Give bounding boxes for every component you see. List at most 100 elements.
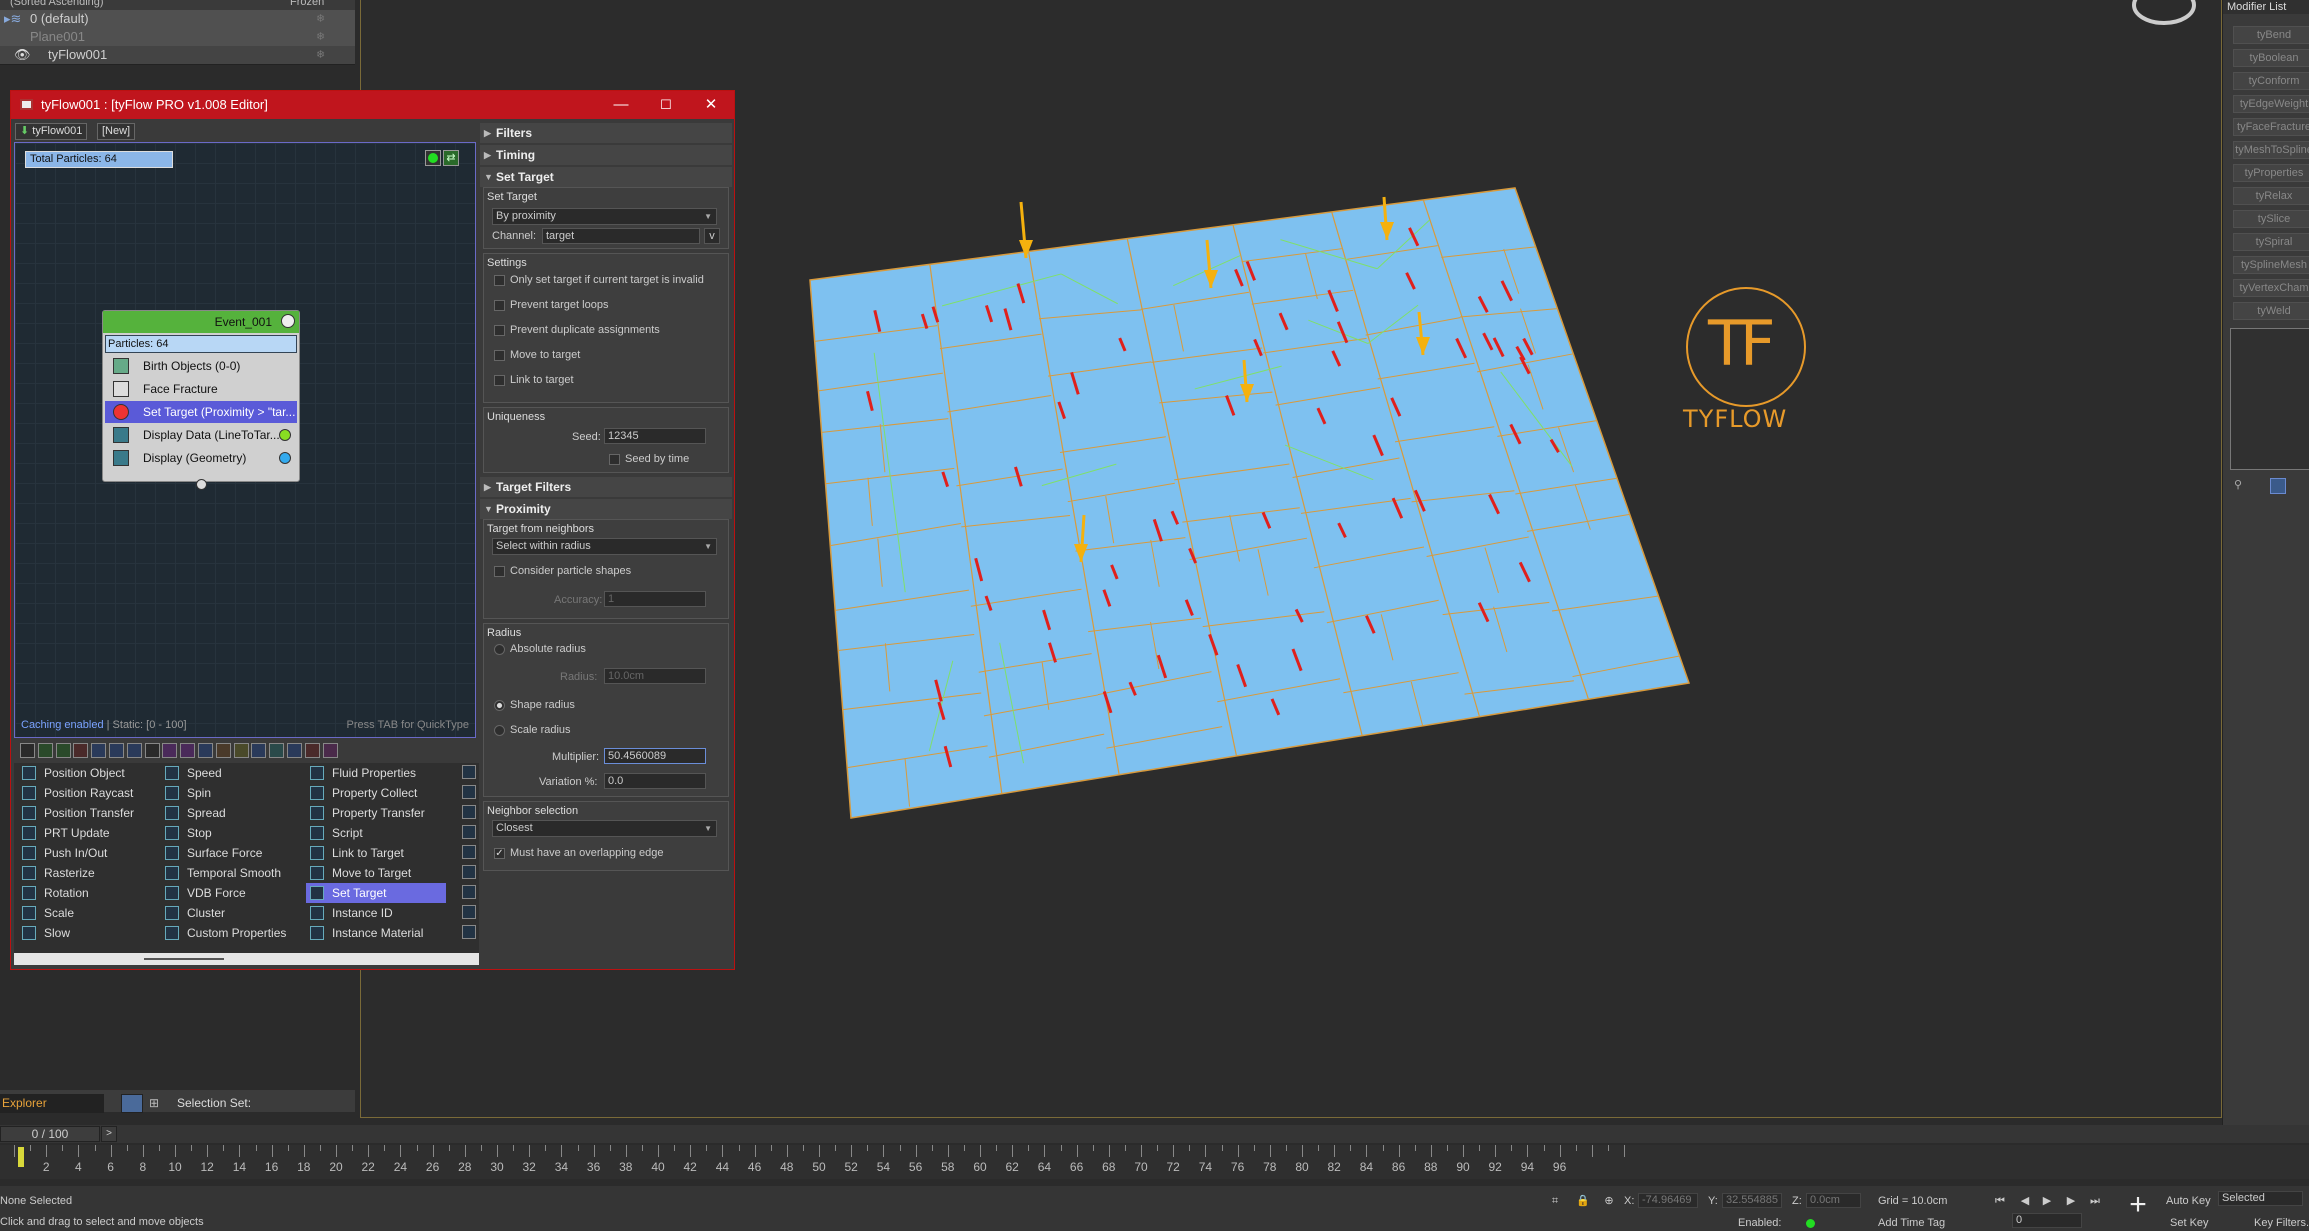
operator-icon[interactable] bbox=[462, 805, 476, 819]
category-filter-icon[interactable] bbox=[180, 743, 196, 758]
modifier-button[interactable]: tyMeshToSpline bbox=[2233, 141, 2309, 159]
modifier-stack-view[interactable] bbox=[2230, 328, 2309, 470]
layer-row[interactable]: ▸≋ 0 (default) ❄ bbox=[0, 10, 355, 28]
previous-frame-icon[interactable]: ◀ bbox=[2018, 1194, 2032, 1208]
settings-checkbox[interactable] bbox=[494, 275, 505, 286]
category-filter-icon[interactable] bbox=[233, 743, 249, 758]
refresh-icon[interactable]: ⇄ bbox=[443, 150, 459, 166]
next-frame-icon[interactable]: ▶ bbox=[2064, 1194, 2078, 1208]
set-key-button[interactable]: Set Key bbox=[2170, 1217, 2209, 1229]
category-filter-icon[interactable] bbox=[144, 743, 160, 758]
add-time-tag[interactable]: Add Time Tag bbox=[1878, 1217, 1945, 1229]
operator-list-item[interactable]: Position Transfer bbox=[18, 803, 158, 823]
accuracy-spinner[interactable]: 1 bbox=[604, 591, 706, 607]
rollout-set-target[interactable]: ▼ Set Target bbox=[480, 167, 732, 187]
key-filters-button[interactable]: Key Filters... bbox=[2254, 1217, 2309, 1229]
seed-by-time-checkbox[interactable] bbox=[609, 454, 620, 465]
channel-button[interactable]: v bbox=[704, 228, 720, 244]
category-filter-icon[interactable] bbox=[251, 743, 267, 758]
modifier-button[interactable]: tyRelax bbox=[2233, 187, 2309, 205]
variation-spinner[interactable]: 0.0 bbox=[604, 773, 706, 789]
display-color-dot[interactable] bbox=[279, 452, 291, 464]
transform-mode-icon[interactable]: ⊕ bbox=[1602, 1194, 1616, 1208]
operator-icon[interactable] bbox=[462, 825, 476, 839]
modifier-button[interactable]: tyVertexCham bbox=[2233, 279, 2309, 297]
operator-list-item[interactable]: VDB Force bbox=[161, 883, 301, 903]
tab-new[interactable]: [New] bbox=[97, 123, 136, 140]
category-filter-icon[interactable] bbox=[162, 743, 178, 758]
object-row[interactable]: Plane001 ❄ bbox=[0, 28, 355, 46]
category-filter-icon[interactable] bbox=[109, 743, 124, 758]
multiplier-spinner[interactable]: 50.4560089 bbox=[604, 748, 706, 764]
modifier-button[interactable]: tyBend bbox=[2233, 26, 2309, 44]
operator-icon[interactable] bbox=[462, 785, 476, 799]
maximize-icon[interactable]: ☐ bbox=[656, 95, 676, 115]
operator-list-item[interactable]: Set Target bbox=[306, 883, 446, 903]
operator-set-target[interactable]: Set Target (Proximity > "tar... bbox=[105, 401, 297, 423]
operator-icon[interactable] bbox=[462, 765, 476, 779]
modifier-button[interactable]: tySpiral bbox=[2233, 233, 2309, 251]
operator-list-item[interactable]: Position Raycast bbox=[18, 783, 158, 803]
category-filter-icon[interactable] bbox=[37, 743, 53, 758]
playhead[interactable] bbox=[18, 1147, 24, 1167]
operator-list-item[interactable]: Cluster bbox=[161, 903, 301, 923]
operator-icon[interactable] bbox=[462, 925, 476, 939]
layers-icon[interactable] bbox=[121, 1094, 143, 1113]
explorer-dropdown[interactable]: Explorer bbox=[0, 1094, 104, 1113]
operator-face-fracture[interactable]: Face Fracture bbox=[105, 378, 297, 400]
freeze-icon[interactable]: ❄ bbox=[316, 46, 325, 64]
operator-list-item[interactable]: Scale bbox=[18, 903, 158, 923]
operator-list-scrollbar[interactable] bbox=[14, 953, 479, 965]
operator-list-item[interactable]: PRT Update bbox=[18, 823, 158, 843]
event-node[interactable]: Event_001 Particles: 64 Birth Objects (0… bbox=[102, 310, 300, 490]
category-filter-icon[interactable] bbox=[269, 743, 285, 758]
lock-icon[interactable]: 🔒 bbox=[1576, 1194, 1590, 1208]
neighbor-mode-dropdown[interactable]: Select within radius ▼ bbox=[492, 538, 717, 555]
overlapping-edge-checkbox[interactable]: ✓ bbox=[494, 848, 505, 859]
operator-list-item[interactable]: Script bbox=[306, 823, 446, 843]
operator-list-item[interactable]: Slow bbox=[18, 923, 158, 943]
minimize-icon[interactable]: — bbox=[611, 95, 631, 115]
enabled-indicator[interactable] bbox=[1806, 1219, 1815, 1228]
operator-list-item[interactable]: Stop bbox=[161, 823, 301, 843]
operator-list-item[interactable]: Push In/Out bbox=[18, 843, 158, 863]
category-filter-icon[interactable] bbox=[198, 743, 213, 758]
radius-spinner[interactable]: 10.0cm bbox=[604, 668, 706, 684]
freeze-icon[interactable]: ❄ bbox=[316, 28, 325, 46]
category-filter-icon[interactable] bbox=[287, 743, 302, 758]
visibility-icon[interactable]: 👁 bbox=[14, 46, 31, 64]
object-row[interactable]: 👁 tyFlow001 ❄ bbox=[0, 46, 355, 64]
isolate-icon[interactable]: ⌗ bbox=[1548, 1194, 1562, 1208]
play-icon[interactable]: ▶ bbox=[2040, 1194, 2054, 1208]
operator-list-item[interactable]: Link to Target bbox=[306, 843, 446, 863]
operator-list-item[interactable]: Instance ID bbox=[306, 903, 446, 923]
operator-display[interactable]: Display (Geometry) bbox=[105, 447, 297, 469]
display-color-dot[interactable] bbox=[279, 429, 291, 441]
modifier-button[interactable]: tySlice bbox=[2233, 210, 2309, 228]
modifier-button[interactable]: tyProperties bbox=[2233, 164, 2309, 182]
new-key-icon[interactable]: + bbox=[2122, 1188, 2154, 1224]
rollout-filters[interactable]: ▶ Filters bbox=[480, 123, 732, 143]
operator-icon[interactable] bbox=[462, 865, 476, 879]
rollout-target-filters[interactable]: ▶ Target Filters bbox=[480, 477, 732, 497]
editor-titlebar[interactable]: tyFlow001 : [tyFlow PRO v1.008 Editor] —… bbox=[11, 91, 734, 119]
modifier-button[interactable]: tyFaceFracture bbox=[2233, 118, 2309, 136]
operator-icon[interactable] bbox=[462, 845, 476, 859]
show-end-result-icon[interactable] bbox=[2270, 478, 2286, 494]
modifier-button[interactable]: tyWeld bbox=[2233, 302, 2309, 320]
operator-list-item[interactable]: Rotation bbox=[18, 883, 158, 903]
operator-list-item[interactable]: Temporal Smooth bbox=[161, 863, 301, 883]
absolute-radius-radio[interactable] bbox=[494, 644, 505, 655]
operator-list-item[interactable]: Rasterize bbox=[18, 863, 158, 883]
operator-icon[interactable] bbox=[462, 885, 476, 899]
category-filter-icon[interactable] bbox=[91, 743, 107, 758]
category-filter-icon[interactable] bbox=[55, 743, 71, 758]
category-filter-icon[interactable] bbox=[304, 743, 320, 758]
category-filter-icon[interactable] bbox=[73, 743, 89, 758]
category-filter-icon[interactable] bbox=[20, 743, 35, 758]
z-coordinate[interactable]: 0.0cm bbox=[1806, 1193, 1861, 1208]
modifier-button[interactable]: tyConform bbox=[2233, 72, 2309, 90]
scale-radius-radio[interactable] bbox=[494, 725, 505, 736]
operator-list-item[interactable]: Custom Properties bbox=[161, 923, 301, 943]
seed-spinner[interactable]: 12345 bbox=[604, 428, 706, 444]
